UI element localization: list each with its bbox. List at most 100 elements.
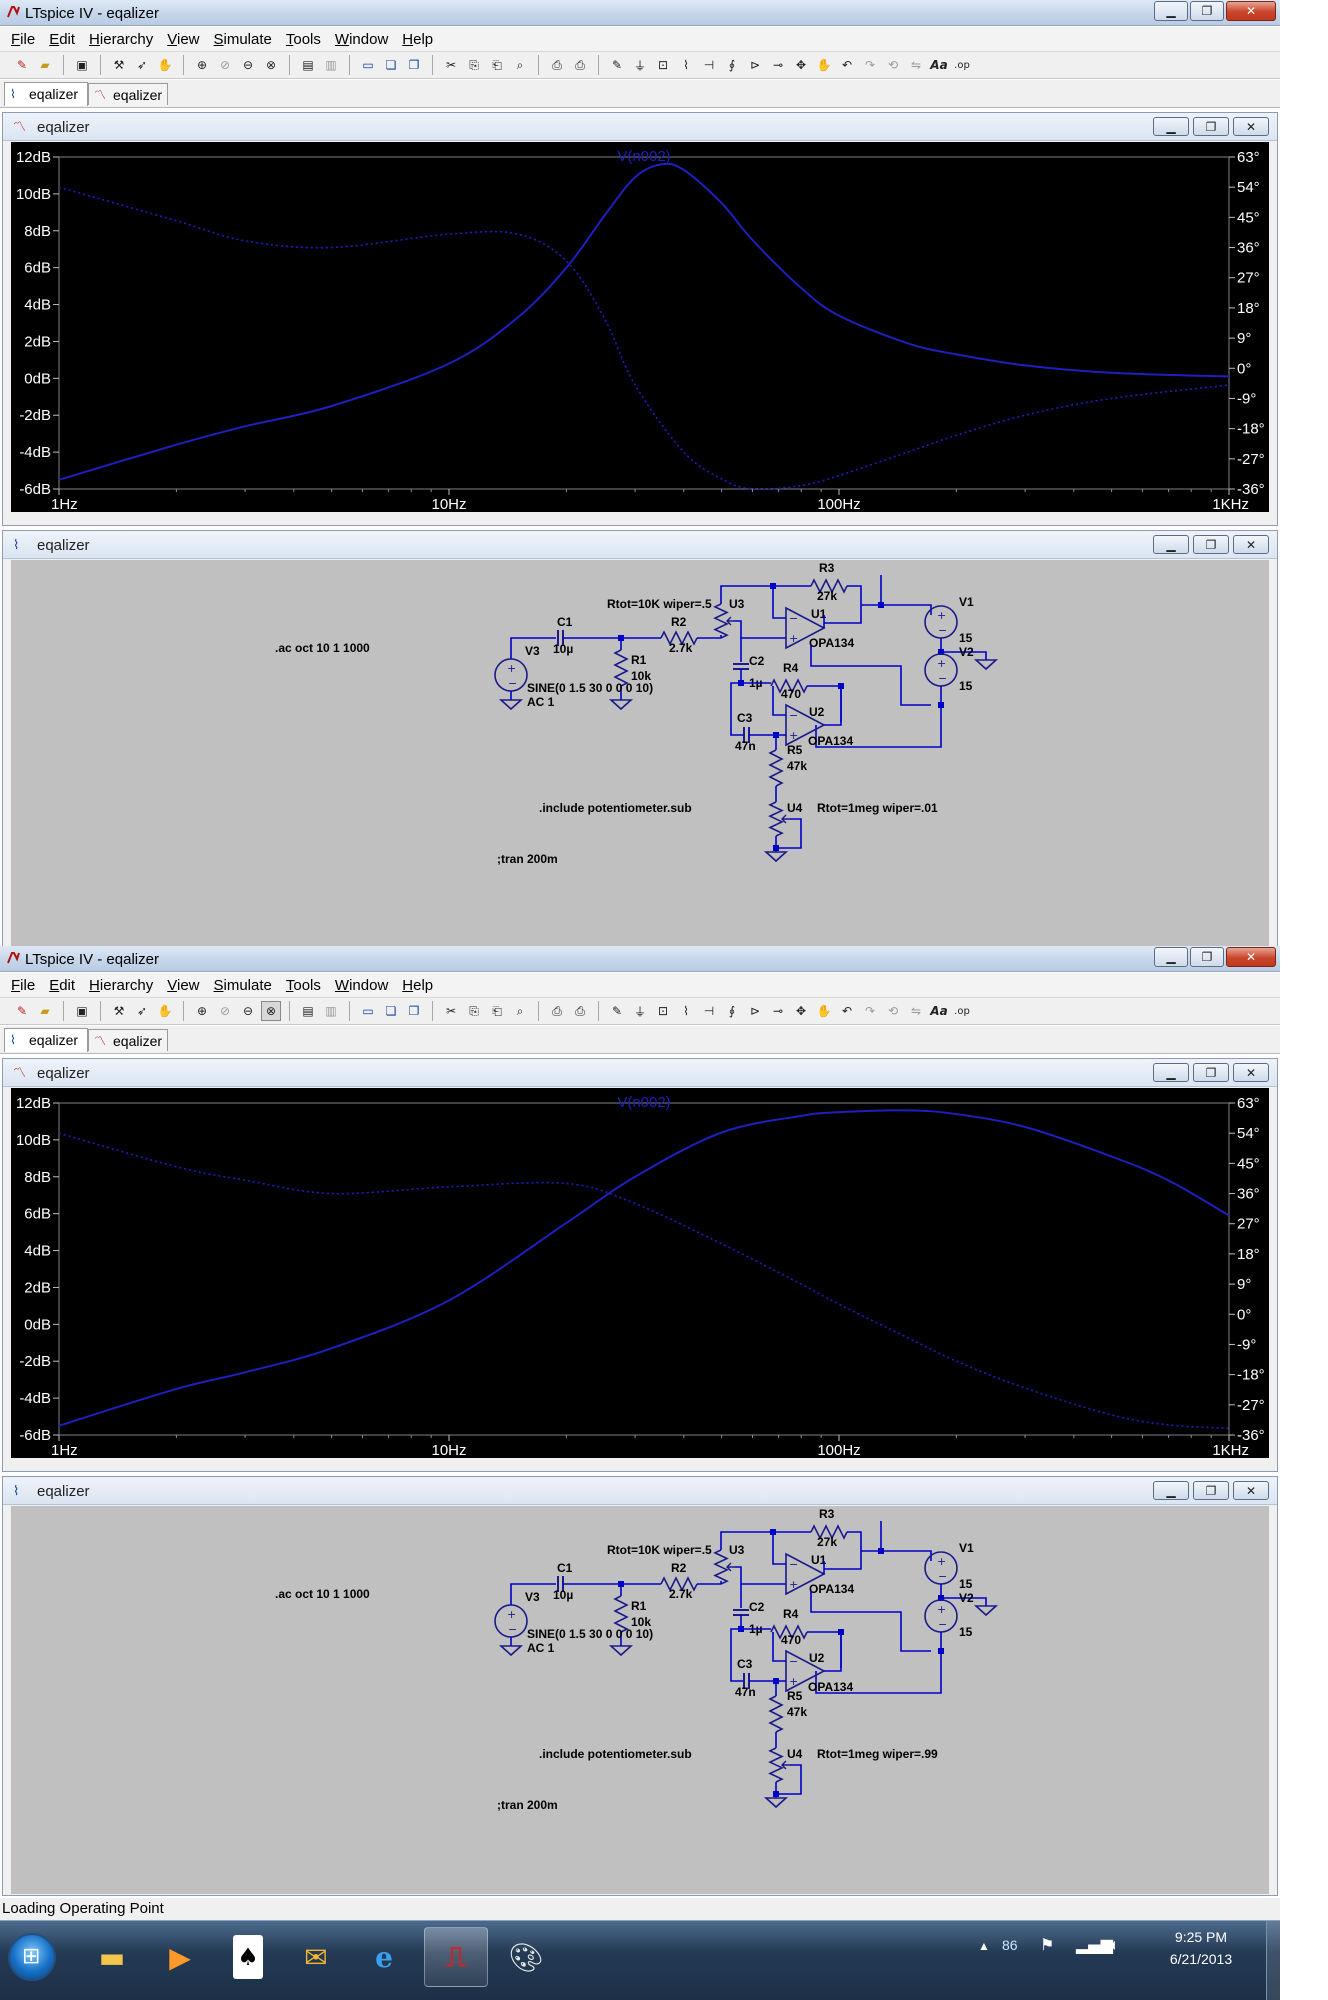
component-icon[interactable]: ⊸ xyxy=(768,1001,788,1021)
v1-source[interactable]: +− xyxy=(924,1551,958,1585)
rotate-icon[interactable]: ⟲ xyxy=(883,1001,903,1021)
ground-symbol[interactable] xyxy=(498,699,524,711)
label-net-icon[interactable]: ⊡ xyxy=(653,1001,673,1021)
child-title-bar[interactable]: ⌇ eqalizer ▁ ❐ ✕ xyxy=(3,531,1277,559)
menu-window[interactable]: Window xyxy=(328,977,395,994)
autorange-icon[interactable]: ▤ xyxy=(298,55,318,75)
volume-icon[interactable]: 🔈︎ xyxy=(1110,1935,1120,1955)
redo-icon[interactable]: ↷ xyxy=(860,55,880,75)
print-icon[interactable]: ⎙ xyxy=(570,55,590,75)
cut-icon[interactable]: ✂ xyxy=(441,1001,461,1021)
c2-capacitor[interactable] xyxy=(733,1609,749,1616)
minimize-button[interactable]: ▁ xyxy=(1154,1,1188,21)
ground-symbol[interactable] xyxy=(608,1645,634,1657)
menu-hierarchy[interactable]: Hierarchy xyxy=(82,31,160,48)
solitaire-taskbar-button[interactable]: ♠ xyxy=(216,1927,280,1987)
bode-plot[interactable]: 12dB 10dB 8dB 6dB 4dB 2dB 0dB -2dB -4dB -6dB 63° 54… xyxy=(11,142,1269,512)
outlook-taskbar-button[interactable]: ✉ xyxy=(284,1927,348,1987)
zoom-out-icon[interactable]: ⊖ xyxy=(238,1001,258,1021)
phase-trace[interactable] xyxy=(58,1132,1230,1430)
cut-icon[interactable]: ✂ xyxy=(441,55,461,75)
child-close-button[interactable]: ✕ xyxy=(1233,1063,1269,1082)
label-net-icon[interactable]: ⊡ xyxy=(653,55,673,75)
menu-edit[interactable]: Edit xyxy=(42,31,82,48)
ground-icon[interactable]: ⏚ xyxy=(630,1001,650,1021)
child-title-bar[interactable]: ⌇ eqalizer ▁ ❐ ✕ xyxy=(3,1477,1277,1505)
resistor-icon[interactable]: ⌇ xyxy=(676,55,696,75)
menu-view[interactable]: View xyxy=(160,977,206,994)
menu-simulate[interactable]: Simulate xyxy=(207,977,279,994)
trace-label[interactable]: V(n002) xyxy=(617,148,670,165)
spice-directive-icon[interactable]: .op xyxy=(952,55,972,75)
tab-schematic[interactable]: ⌇ eqalizer xyxy=(4,1028,88,1052)
child-minimize-button[interactable]: ▁ xyxy=(1153,535,1189,554)
copy-icon[interactable]: ⎘ xyxy=(464,1001,484,1021)
move-icon[interactable]: ✥ xyxy=(791,55,811,75)
bode-plot[interactable]: 12dB 10dB 8dB 6dB 4dB 2dB 0dB -2dB -4dB -6dB 63° 54… xyxy=(11,1088,1269,1458)
ltspice-taskbar-button[interactable]: ⎍ xyxy=(424,1927,488,1987)
schematic-canvas[interactable]: .ac oct 10 1 1000 .include potentiometer.… xyxy=(11,560,1269,948)
tab-waveform[interactable]: 〽 eqalizer xyxy=(88,83,168,105)
tray-counter[interactable]: 86 xyxy=(1002,1937,1018,1953)
tab-waveform[interactable]: 〽 eqalizer xyxy=(88,1029,168,1051)
child-minimize-button[interactable]: ▁ xyxy=(1153,1481,1189,1500)
open-icon[interactable]: ▰ xyxy=(35,1001,55,1021)
restore-button[interactable]: ❐ xyxy=(1190,947,1224,967)
title-bar[interactable]: LTspice IV - eqalizer ▁ ❐ ✕ xyxy=(0,0,1280,26)
schematic-canvas[interactable]: .ac oct 10 1 1000 .include potentiometer.… xyxy=(11,1506,1269,1894)
capacitor-icon[interactable]: ⊣ xyxy=(699,1001,719,1021)
new-schematic-icon[interactable]: ✎ xyxy=(12,1001,32,1021)
text-icon[interactable]: Aa xyxy=(929,1001,949,1021)
print-preview-icon[interactable]: ⎙ xyxy=(547,55,567,75)
child-restore-button[interactable]: ❐ xyxy=(1193,1481,1229,1500)
menu-help[interactable]: Help xyxy=(395,977,440,994)
menu-file[interactable]: File xyxy=(4,31,42,48)
tile-vertical-icon[interactable]: ❐ xyxy=(404,1001,424,1021)
menu-edit[interactable]: Edit xyxy=(42,977,82,994)
diode-icon[interactable]: ⊳ xyxy=(745,55,765,75)
drag-icon[interactable]: ✋ xyxy=(814,1001,834,1021)
r5-resistor[interactable] xyxy=(768,749,784,787)
undo-icon[interactable]: ↶ xyxy=(837,55,857,75)
ground-symbol[interactable] xyxy=(498,1645,524,1657)
title-bar[interactable]: LTspice IV - eqalizer ▁ ❐ ✕ xyxy=(0,946,1280,972)
open-icon[interactable]: ▰ xyxy=(35,55,55,75)
magnitude-trace[interactable] xyxy=(58,1109,1230,1427)
clock-date[interactable]: 6/21/2013 xyxy=(1156,1951,1246,1967)
paste-icon[interactable]: ⎗ xyxy=(487,1001,507,1021)
child-restore-button[interactable]: ❐ xyxy=(1193,117,1229,136)
u3-potentiometer[interactable] xyxy=(713,603,729,639)
u4-potentiometer[interactable] xyxy=(768,1747,784,1783)
copy-icon[interactable]: ⎘ xyxy=(464,55,484,75)
network-signal-icon[interactable]: ▂▄▆ xyxy=(1076,1935,1113,1954)
autorange-icon[interactable]: ▤ xyxy=(298,1001,318,1021)
ground-symbol[interactable] xyxy=(973,659,999,671)
inductor-icon[interactable]: ∮ xyxy=(722,55,742,75)
menu-simulate[interactable]: Simulate xyxy=(207,31,279,48)
run-icon[interactable]: ➶ xyxy=(132,55,152,75)
paint-taskbar-button[interactable]: 🎨︎ xyxy=(494,1927,558,1987)
draw-wire-icon[interactable]: ✎ xyxy=(607,55,627,75)
ground-symbol[interactable] xyxy=(608,699,634,711)
pan-icon[interactable]: ⊘ xyxy=(215,55,235,75)
spice-directive-icon[interactable]: .op xyxy=(952,1001,972,1021)
menu-view[interactable]: View xyxy=(160,31,206,48)
tran-comment[interactable]: ;tran 200m xyxy=(497,852,558,866)
halt-icon[interactable]: ✋ xyxy=(155,1001,175,1021)
save-icon[interactable]: ▣ xyxy=(72,1001,92,1021)
v2-source[interactable]: +− xyxy=(924,1599,958,1633)
halt-icon[interactable]: ✋ xyxy=(155,55,175,75)
control-panel-icon[interactable]: ⚒ xyxy=(109,1001,129,1021)
zoom-fit-icon[interactable]: ⊗ xyxy=(261,1001,281,1021)
menu-window[interactable]: Window xyxy=(328,31,395,48)
schematic-drawing[interactable]: .ac oct 10 1 1000 .include potentiometer.… xyxy=(11,1506,1269,1894)
c2-capacitor[interactable] xyxy=(733,663,749,670)
v3-source[interactable]: +− xyxy=(494,658,528,692)
media-player-taskbar-button[interactable]: ▶ xyxy=(148,1927,212,1987)
text-icon[interactable]: Aa xyxy=(929,55,949,75)
trace-label[interactable]: V(n002) xyxy=(617,1094,670,1111)
child-restore-button[interactable]: ❐ xyxy=(1193,535,1229,554)
v2-source[interactable]: +− xyxy=(924,653,958,687)
v1-source[interactable]: +− xyxy=(924,605,958,639)
schematic-drawing[interactable]: .ac oct 10 1 1000 .include potentiometer.… xyxy=(11,560,1269,948)
